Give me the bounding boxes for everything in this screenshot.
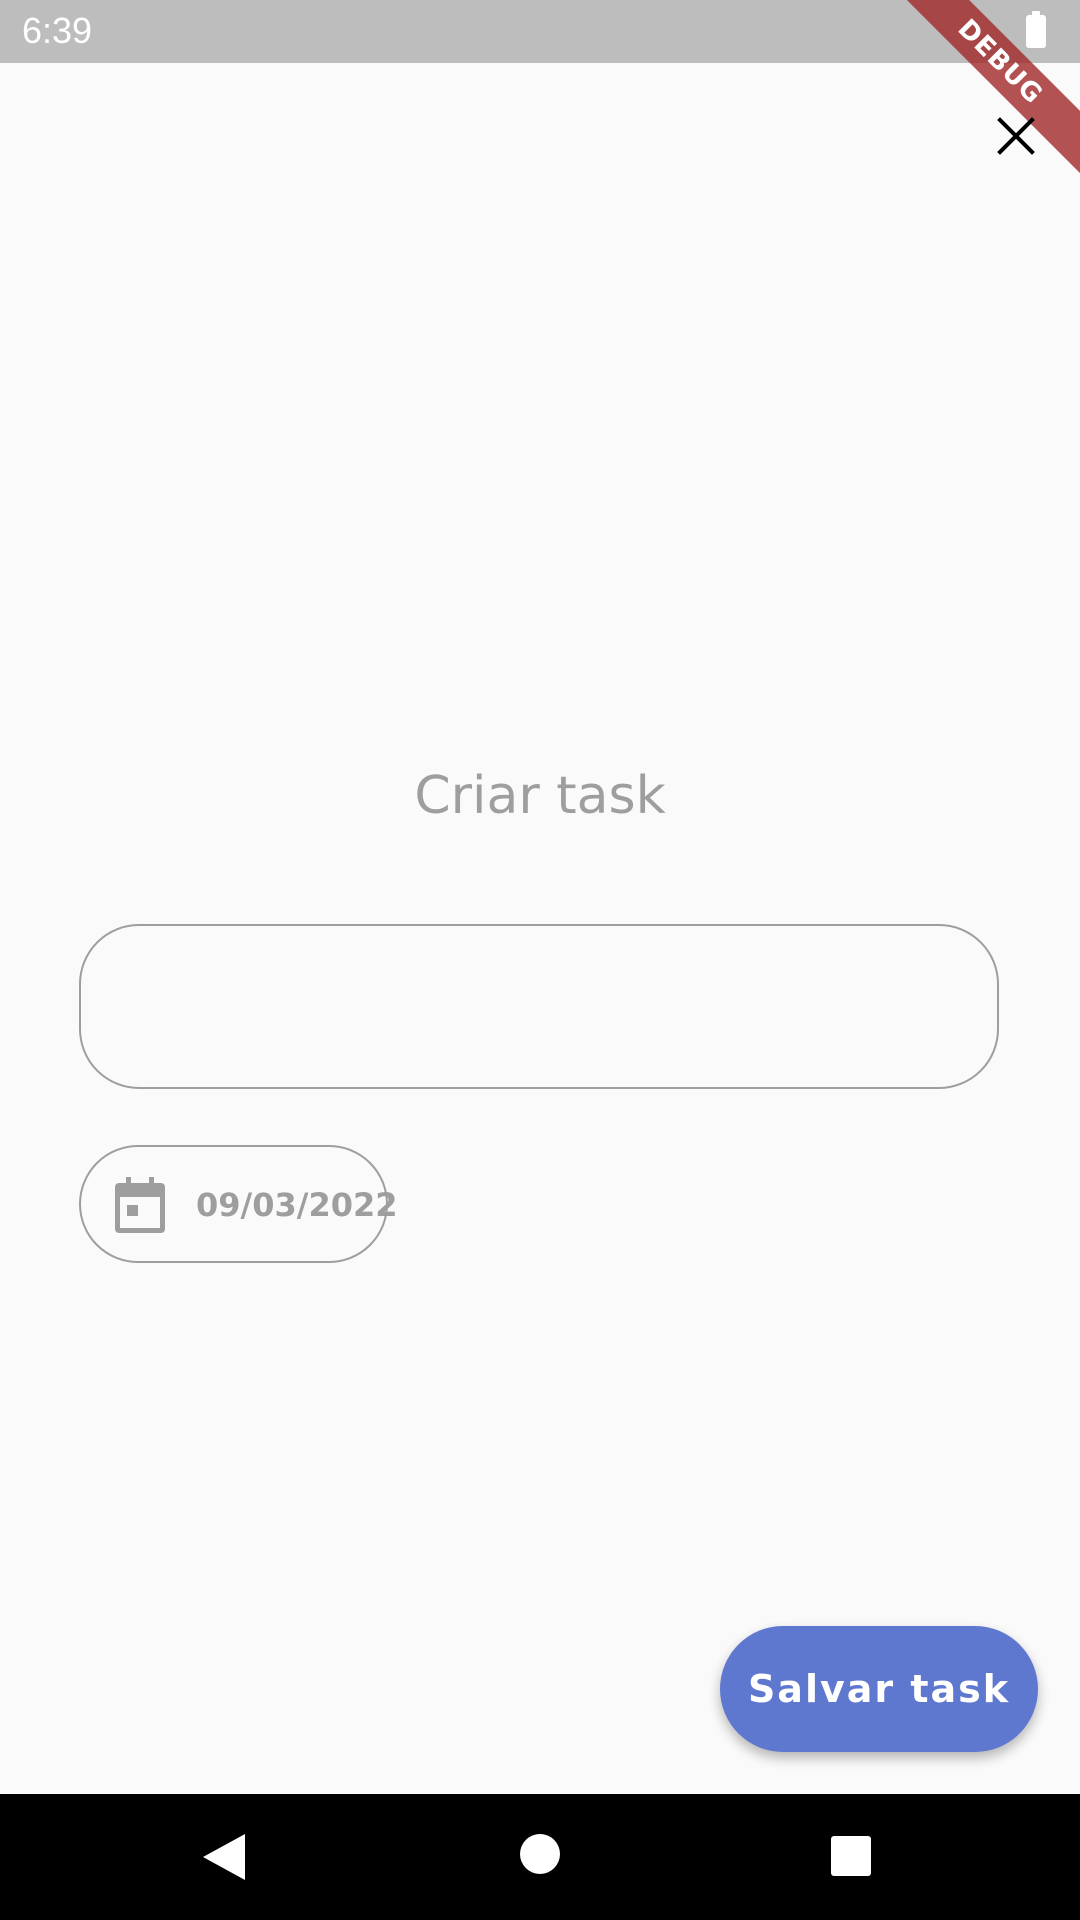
navigation-bar	[0, 1794, 1080, 1920]
close-icon	[997, 117, 1035, 155]
home-icon[interactable]	[520, 1834, 560, 1874]
screen: 6:39 DEBUG Criar task 09/03/2022 Salvar …	[0, 0, 1080, 1920]
battery-icon	[1026, 11, 1046, 48]
close-button[interactable]	[990, 110, 1042, 162]
back-icon[interactable]	[203, 1834, 245, 1880]
status-time: 6:39	[22, 10, 93, 51]
save-task-button[interactable]: Salvar task	[720, 1626, 1038, 1752]
date-picker-chip[interactable]: 09/03/2022	[79, 1145, 398, 1263]
task-input[interactable]	[79, 924, 999, 1089]
recents-icon[interactable]	[831, 1836, 871, 1876]
calendar-icon	[115, 1177, 165, 1233]
date-value: 09/03/2022	[196, 1186, 398, 1224]
page-title: Criar task	[414, 766, 666, 826]
